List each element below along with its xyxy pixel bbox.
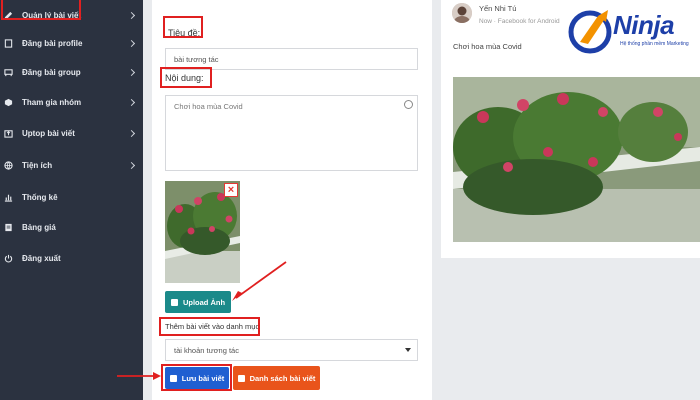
sidebar-item-label: Đăng bài profile [22, 38, 83, 48]
content-text: Chơi hoa mùa Covid [174, 102, 243, 111]
chevron-right-icon [127, 98, 136, 106]
chevron-down-icon [405, 348, 411, 352]
ninja-logo: Ninja Hệ thống phần mềm Marketing [568, 8, 700, 66]
sidebar-item-label: Bảng giá [22, 222, 56, 232]
chevron-right-icon [127, 129, 136, 137]
preview-post-photo [453, 77, 700, 242]
emoji-icon[interactable] [404, 100, 413, 109]
cube-icon [4, 98, 13, 107]
sidebar-item-label: Đăng bài group [22, 67, 81, 77]
preview-post-source: Now · Facebook for Android [479, 18, 560, 25]
avatar [452, 3, 472, 23]
save-post-button[interactable]: Lưu bài viết [165, 367, 229, 389]
preview-post-text: Chơi hoa mùa Covid [453, 42, 522, 51]
chevron-right-icon [127, 39, 136, 47]
category-select[interactable]: tài khoản tương tác [165, 339, 418, 361]
sidebar-item-label: Quản lý bài viết [22, 10, 82, 20]
logo-tagline: Hệ thống phần mềm Marketing [620, 41, 689, 47]
sidebar-item-profile-post[interactable]: Đăng bài profile [0, 28, 143, 58]
post-list-label: Danh sách bài viết [249, 373, 316, 383]
sidebar-item-manage-posts[interactable]: Quản lý bài viết [0, 0, 143, 30]
sidebar-item-statistics[interactable]: Thống kê [0, 182, 143, 212]
globe-icon [4, 160, 13, 170]
sidebar-item-utilities[interactable]: Tiện ích [0, 150, 143, 180]
save-post-label: Lưu bài viết [181, 373, 225, 383]
category-selected-value: tài khoản tương tác [174, 345, 239, 355]
content-textarea[interactable]: Chơi hoa mùa Covid [165, 95, 418, 171]
sidebar-item-label: Uptop bài viết [22, 128, 75, 138]
sidebar-item-logout[interactable]: Đăng xuất [0, 243, 143, 273]
save-icon [169, 374, 177, 382]
page-icon [4, 38, 13, 48]
sidebar-item-label: Tham gia nhóm [22, 97, 82, 107]
title-label: Tiêu đề: [168, 28, 201, 38]
upload-image-label: Upload Ảnh [182, 297, 226, 307]
sidebar-item-label: Thống kê [22, 192, 58, 202]
upload-icon [4, 129, 13, 138]
category-label: Thêm bài viết vào danh mục [165, 322, 260, 331]
sidebar-item-uptop-posts[interactable]: Uptop bài viết [0, 118, 143, 148]
power-icon [4, 254, 13, 263]
chevron-right-icon [127, 161, 136, 169]
delete-image-button[interactable]: × [224, 183, 238, 197]
copy-icon [237, 374, 245, 382]
sidebar-item-label: Tiện ích [22, 160, 53, 170]
group-icon [4, 68, 13, 77]
title-input[interactable]: bài tương tác [165, 48, 418, 70]
chevron-right-icon [127, 68, 136, 76]
edit-icon [4, 11, 13, 20]
sidebar: Quản lý bài viết Đăng bài profile Đăng b… [0, 0, 143, 400]
camera-icon [170, 298, 178, 306]
chevron-right-icon [127, 11, 136, 19]
app-root: Quản lý bài viết Đăng bài profile Đăng b… [0, 0, 700, 400]
bar-chart-icon [4, 193, 13, 202]
logo-name: Ninja [613, 10, 675, 40]
upload-image-button[interactable]: Upload Ảnh [165, 291, 231, 313]
content-label: Nội dung: [165, 73, 204, 83]
sidebar-item-label: Đăng xuất [22, 253, 61, 263]
sidebar-item-pricing[interactable]: Bảng giá [0, 212, 143, 242]
ninja-logo-icon [568, 10, 612, 54]
post-list-button[interactable]: Danh sách bài viết [233, 366, 320, 390]
sidebar-item-join-groups[interactable]: Tham gia nhóm [0, 87, 143, 117]
preview-author-name: Yến Nhi Tú [479, 4, 517, 13]
price-icon [4, 223, 13, 232]
sidebar-item-group-post[interactable]: Đăng bài group [0, 57, 143, 87]
